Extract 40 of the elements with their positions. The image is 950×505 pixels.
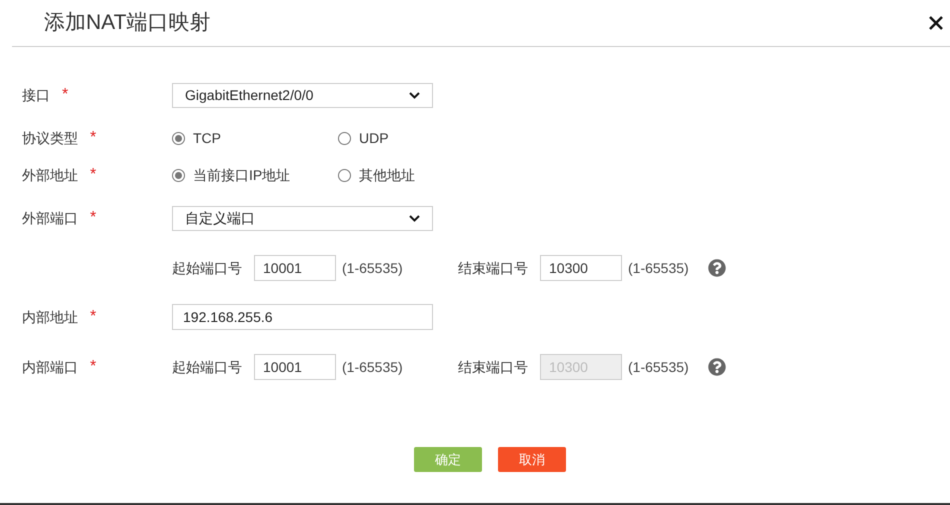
field-label: 内部地址 — [22, 308, 78, 326]
range-hint: (1-65535) — [628, 358, 689, 377]
field-label: 起始端口号 — [172, 358, 243, 376]
radio-button[interactable] — [338, 168, 351, 182]
field-label: 起始端口号 — [172, 258, 243, 278]
required-mark: * — [90, 167, 96, 183]
field-label: 接口 — [22, 86, 50, 104]
chevron-down-icon — [409, 92, 420, 98]
dialog-title: 添加NAT端口映射 — [44, 10, 210, 36]
address-field[interactable]: 192.168.255.6 — [172, 304, 433, 330]
port-field[interactable]: 10300 — [540, 255, 622, 281]
range-hint: (1-65535) — [342, 258, 403, 278]
required-mark: * — [90, 309, 96, 325]
radio-label: UDP — [359, 128, 389, 148]
field-label: 协议类型 — [22, 128, 78, 148]
range-hint: (1-65535) — [628, 258, 689, 278]
field-label: 外部地址 — [22, 166, 78, 184]
required-mark: * — [90, 359, 96, 375]
field-label: 结束端口号 — [458, 358, 529, 376]
field-label: 内部端口 — [22, 358, 78, 376]
field-label: 外部端口 — [22, 208, 78, 228]
field-label: 结束端口号 — [458, 258, 529, 278]
help-icon[interactable] — [708, 259, 726, 277]
port-field[interactable]: 10001 — [254, 354, 336, 380]
radio-label: 其他地址 — [359, 166, 415, 184]
dropdown-select[interactable]: GigabitEthernet2/0/0 — [172, 82, 433, 108]
required-mark: * — [62, 87, 68, 103]
required-mark: * — [90, 210, 96, 226]
help-icon[interactable] — [708, 358, 726, 376]
close-icon[interactable] — [928, 15, 944, 31]
dropdown-select[interactable]: 自定义端口 — [172, 206, 433, 230]
radio-label: 当前接口IP地址 — [193, 166, 290, 184]
radio-button[interactable] — [172, 132, 185, 144]
radio-button[interactable] — [338, 132, 351, 144]
required-mark: * — [90, 130, 96, 146]
radio-button[interactable] — [172, 168, 185, 182]
chevron-down-icon — [409, 214, 420, 222]
range-hint: (1-65535) — [342, 358, 403, 377]
port-field[interactable]: 10001 — [254, 255, 336, 281]
radio-label: TCP — [193, 128, 221, 148]
